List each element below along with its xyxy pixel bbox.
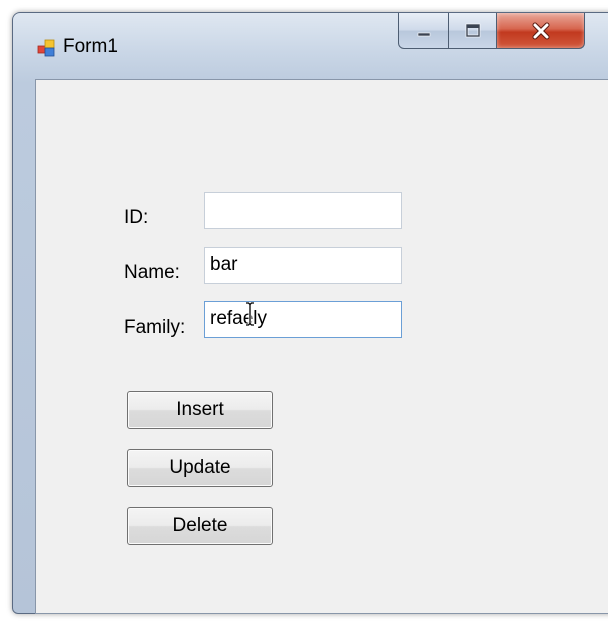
insert-button[interactable]: Insert xyxy=(127,391,273,429)
family-label: Family: xyxy=(124,317,186,338)
minimize-button[interactable] xyxy=(398,13,449,49)
id-label: ID: xyxy=(124,207,149,228)
window-title: Form1 xyxy=(63,36,118,57)
title-bar[interactable]: Form1 xyxy=(13,13,608,79)
name-input[interactable]: bar xyxy=(204,247,402,284)
close-button[interactable] xyxy=(497,13,585,49)
form1-window: Form1 ID: Name: Family: bar refaely Inse… xyxy=(12,12,608,614)
text-ibeam-cursor xyxy=(246,302,254,326)
caption-buttons xyxy=(398,13,585,57)
winforms-app-icon xyxy=(37,39,55,57)
name-label: Name: xyxy=(124,262,180,283)
delete-button[interactable]: Delete xyxy=(127,507,273,545)
form-client-area: ID: Name: Family: bar refaely Insert Upd… xyxy=(35,79,608,614)
update-button[interactable]: Update xyxy=(127,449,273,487)
maximize-button[interactable] xyxy=(449,13,497,49)
close-icon xyxy=(532,22,549,39)
minimize-icon xyxy=(417,32,430,36)
id-input[interactable] xyxy=(204,192,402,229)
family-input[interactable]: refaely xyxy=(204,301,402,338)
maximize-icon xyxy=(465,23,480,37)
